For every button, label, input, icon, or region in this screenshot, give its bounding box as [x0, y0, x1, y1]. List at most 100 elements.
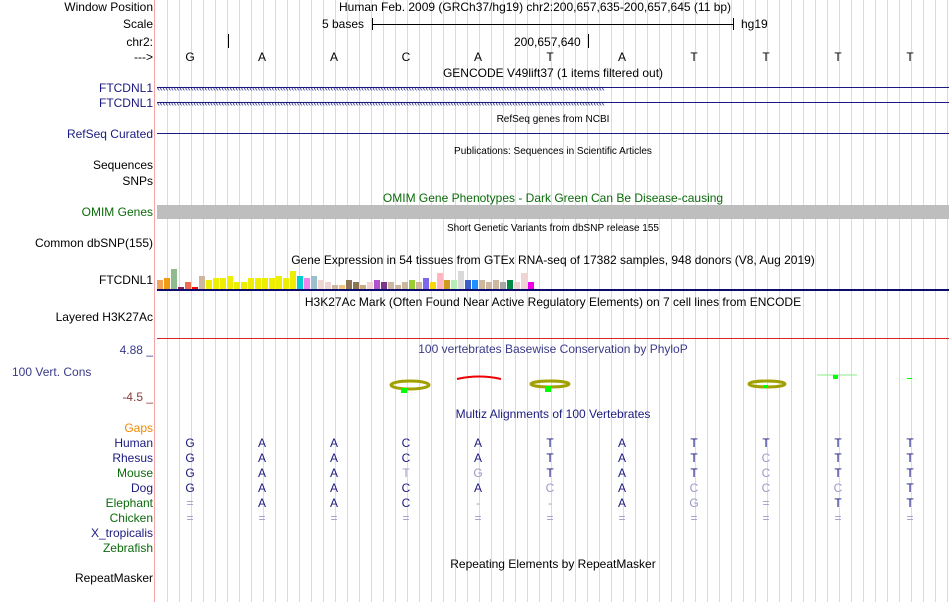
gtex-tissue-bar[interactable] — [521, 273, 527, 289]
gtex-tissue-bar[interactable] — [164, 278, 170, 289]
gtex-tissue-bar[interactable] — [185, 282, 191, 289]
strand-arrows: ‹‹‹‹‹‹‹‹‹‹‹‹‹‹‹‹‹‹‹‹‹‹‹‹‹‹‹‹‹‹‹‹‹‹‹‹‹‹‹‹… — [157, 83, 605, 93]
gtex-tissue-bar[interactable] — [507, 280, 513, 289]
gtex-tissue-bar[interactable] — [500, 282, 506, 289]
omim-gene-bar[interactable] — [157, 205, 949, 219]
gtex-tissue-bar[interactable] — [402, 282, 408, 289]
gencode-item-label[interactable]: FTCDNL1 — [99, 81, 153, 95]
gtex-tissue-bar[interactable] — [528, 282, 534, 289]
scale-bar-right-tick — [733, 18, 734, 30]
gtex-tissue-bar[interactable] — [493, 280, 499, 289]
gtex-tissue-bar[interactable] — [514, 282, 520, 289]
gtex-gene-label[interactable]: FTCDNL1 — [99, 273, 153, 287]
gtex-tissue-bar[interactable] — [409, 280, 415, 289]
position-tick — [588, 34, 589, 48]
refseq-title[interactable]: RefSeq genes from NCBI — [156, 113, 950, 127]
repeatmasker-title[interactable]: Repeating Elements by RepeatMasker — [156, 557, 950, 571]
gtex-tissue-bar[interactable] — [367, 282, 373, 289]
species-label[interactable]: X_tropicalis — [91, 526, 153, 540]
gtex-tissue-bar[interactable] — [416, 282, 422, 289]
gtex-tissue-bar[interactable] — [353, 282, 359, 289]
gtex-title[interactable]: Gene Expression in 54 tissues from GTEx … — [156, 253, 950, 267]
species-label[interactable]: Chicken — [110, 511, 153, 525]
gencode-transcript-1[interactable]: ‹‹‹‹‹‹‹‹‹‹‹‹‹‹‹‹‹‹‹‹‹‹‹‹‹‹‹‹‹‹‹‹‹‹‹‹‹‹‹‹… — [157, 83, 949, 93]
gtex-tissue-bar[interactable] — [430, 282, 436, 289]
species-label[interactable]: Elephant — [106, 496, 153, 510]
gtex-tissue-bar[interactable] — [381, 282, 387, 289]
gtex-tissue-bar[interactable] — [311, 276, 317, 289]
reference-base: A — [329, 50, 338, 64]
aligned-base: A — [257, 436, 266, 450]
gtex-bar-chart[interactable] — [157, 266, 537, 289]
gtex-tissue-bar[interactable] — [241, 282, 247, 289]
cons-glyph — [529, 379, 571, 392]
gtex-tissue-bar[interactable] — [374, 280, 380, 289]
species-label[interactable]: Dog — [131, 481, 153, 495]
multiz-title[interactable]: Multiz Alignments of 100 Vertebrates — [156, 407, 950, 421]
gtex-tissue-bar[interactable] — [199, 276, 205, 289]
gtex-tissue-bar[interactable] — [157, 280, 163, 289]
gtex-tissue-bar[interactable] — [255, 278, 261, 289]
gtex-tissue-bar[interactable] — [304, 278, 310, 289]
gtex-tissue-bar[interactable] — [479, 280, 485, 289]
gencode-transcript-2[interactable]: ‹‹‹‹‹‹‹‹‹‹‹‹‹‹‹‹‹‹‹‹‹‹‹‹‹‹‹‹‹‹‹‹‹‹‹‹‹‹‹‹… — [157, 98, 949, 108]
gtex-tissue-bar[interactable] — [451, 280, 457, 289]
species-label[interactable]: Mouse — [117, 466, 153, 480]
species-label[interactable]: Rhesus — [112, 451, 153, 465]
gtex-tissue-bar[interactable] — [444, 280, 450, 289]
gtex-tissue-bar[interactable] — [220, 278, 226, 289]
phylop-title[interactable]: 100 vertebrates Basewise Conservation by… — [156, 342, 950, 356]
gtex-tissue-bar[interactable] — [248, 278, 254, 289]
aligned-base: G — [185, 436, 195, 450]
gtex-tissue-bar[interactable] — [486, 282, 492, 289]
gtex-tissue-bar[interactable] — [206, 280, 212, 289]
aligned-base: A — [617, 436, 626, 450]
gtex-tissue-bar[interactable] — [290, 271, 296, 289]
aligned-base: T — [834, 436, 842, 450]
omim-label[interactable]: OMIM Genes — [82, 205, 153, 219]
sequences-label[interactable]: Sequences — [93, 158, 153, 172]
gtex-tissue-bar[interactable] — [346, 280, 352, 289]
aligned-base: A — [617, 481, 626, 495]
gtex-tissue-bar[interactable] — [388, 282, 394, 289]
gencode-title[interactable]: GENCODE V49lift37 (1 items filtered out) — [156, 66, 950, 80]
aligned-base: A — [329, 436, 338, 450]
species-label[interactable]: Human — [114, 436, 153, 450]
aligned-base: A — [257, 496, 266, 510]
h3k27ac-label[interactable]: Layered H3K27Ac — [56, 310, 153, 324]
gtex-tissue-bar[interactable] — [325, 282, 331, 289]
gtex-tissue-bar[interactable] — [276, 276, 282, 289]
aligned-base: T — [690, 466, 698, 480]
gtex-tissue-bar[interactable] — [318, 280, 324, 289]
refseq-gene-line[interactable] — [157, 133, 949, 134]
aligned-base: A — [473, 481, 482, 495]
h3k27ac-title[interactable]: H3K27Ac Mark (Often Found Near Active Re… — [156, 295, 950, 309]
gtex-tissue-bar[interactable] — [234, 282, 240, 289]
gtex-tissue-bar[interactable] — [472, 280, 478, 289]
strand-label[interactable]: ---> — [134, 50, 153, 64]
gtex-tissue-bar[interactable] — [283, 278, 289, 289]
species-label[interactable]: Zebrafish — [103, 541, 153, 555]
gtex-tissue-bar[interactable] — [262, 278, 268, 289]
dbsnp-label[interactable]: Common dbSNP(155) — [35, 236, 153, 250]
refseq-label[interactable]: RefSeq Curated — [67, 127, 153, 141]
conservation-plot[interactable] — [157, 370, 949, 396]
aligned-base: C — [401, 496, 411, 510]
omim-title[interactable]: OMIM Gene Phenotypes - Dark Green Can Be… — [156, 191, 950, 205]
snp-title[interactable]: Short Genetic Variants from dbSNP releas… — [156, 222, 950, 236]
gtex-tissue-bar[interactable] — [458, 271, 464, 289]
gtex-tissue-bar[interactable] — [213, 278, 219, 289]
gencode-item-label[interactable]: FTCDNL1 — [99, 96, 153, 110]
gtex-tissue-bar[interactable] — [297, 276, 303, 289]
reference-base: A — [257, 50, 266, 64]
snps-label[interactable]: SNPs — [122, 174, 153, 188]
gtex-tissue-bar[interactable] — [269, 278, 275, 289]
gtex-tissue-bar[interactable] — [227, 276, 233, 289]
gtex-tissue-bar[interactable] — [171, 269, 177, 289]
gtex-tissue-bar[interactable] — [423, 278, 429, 289]
publications-title[interactable]: Publications: Sequences in Scientific Ar… — [156, 145, 950, 159]
gtex-tissue-bar[interactable] — [465, 280, 471, 289]
gtex-tissue-bar[interactable] — [437, 273, 443, 289]
repeatmasker-label[interactable]: RepeatMasker — [75, 571, 153, 585]
cons-label[interactable]: 100 Vert. Cons — [12, 365, 91, 379]
